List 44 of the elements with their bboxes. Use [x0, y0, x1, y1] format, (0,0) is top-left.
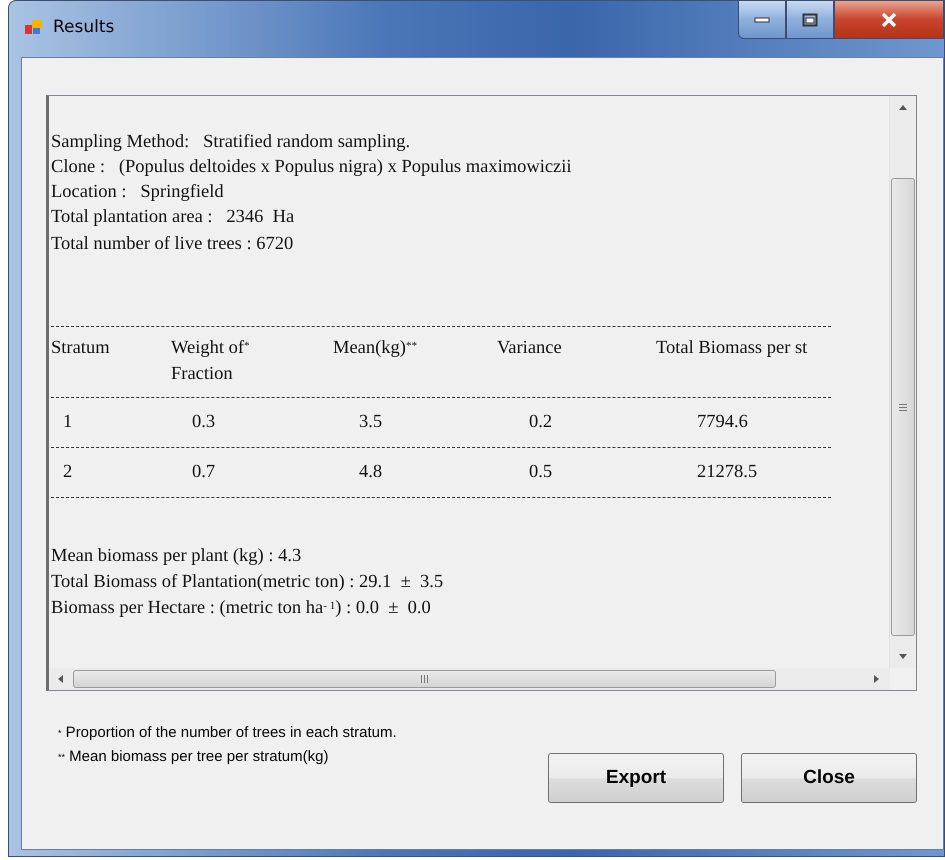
vertical-scrollbar[interactable]: [889, 96, 916, 668]
table-cell-text: 0.5: [528, 461, 554, 484]
summary-line: Location : Springfield: [51, 181, 225, 204]
table-cell-text: 7794.6: [696, 411, 749, 434]
maximize-button[interactable]: [786, 1, 834, 39]
column-header: Stratum: [51, 337, 111, 360]
maximize-icon: [802, 12, 818, 26]
grip-icon: [421, 675, 428, 683]
minimize-icon: [754, 16, 770, 22]
table-cell-text: 2: [62, 461, 74, 484]
summary-line: Sampling Method: Stratified random sampling.: [51, 131, 412, 154]
table-cell-text: 1: [62, 411, 74, 434]
column-header: Total Biomass per st: [656, 337, 808, 360]
app-icon: [25, 19, 43, 35]
summary-line: Total plantation area : 2346 Ha: [51, 206, 296, 229]
summary-line: Total number of live trees : 6720: [51, 233, 294, 256]
column-header: Weight of$^{*}$ Fraction: [171, 337, 251, 386]
horizontal-scrollbar[interactable]: [49, 668, 890, 690]
scroll-up-icon[interactable]: [898, 104, 908, 110]
close-button[interactable]: [834, 1, 944, 39]
table-cell-text: 0.7: [191, 461, 216, 484]
scroll-thumb[interactable]: [891, 178, 915, 636]
table-cell-text: 4.8: [358, 461, 384, 484]
table-cell-text: 3.5: [358, 411, 384, 434]
result-line: Mean biomass per plant (kg) : 4.3: [51, 545, 302, 568]
table-cell-text: 0.3: [191, 411, 216, 434]
grip-icon: [899, 404, 907, 410]
scroll-left-icon[interactable]: [57, 674, 63, 684]
minimize-button[interactable]: [738, 1, 786, 39]
scroll-down-icon[interactable]: [898, 654, 908, 660]
result-line: Biomass per Hectare : (metric ton ha$^{- 1}$) : 0.0 ± 0.0: [51, 597, 432, 620]
dialog-button[interactable]: Export: [548, 753, 724, 803]
table-cell-text: 0.2: [528, 411, 554, 434]
result-line: Total Biomass of Plantation(metric ton) : 29.1 ± 3.5: [51, 571, 444, 594]
dialog-button[interactable]: Close: [741, 753, 917, 803]
window-title: Results: [53, 17, 114, 37]
column-header: Mean(kg)$^{**}$: [333, 337, 418, 360]
scroll-thumb[interactable]: [73, 670, 776, 688]
table-cell-text: 21278.5: [696, 461, 758, 484]
summary-line: Clone : (Populus deltoides x Populus nigra) x Populus maximowiczii: [51, 156, 573, 179]
results-text-box[interactable]: [46, 95, 917, 691]
column-header: Variance: [497, 337, 563, 360]
scroll-right-icon[interactable]: [874, 674, 880, 684]
close-icon: [880, 12, 898, 28]
